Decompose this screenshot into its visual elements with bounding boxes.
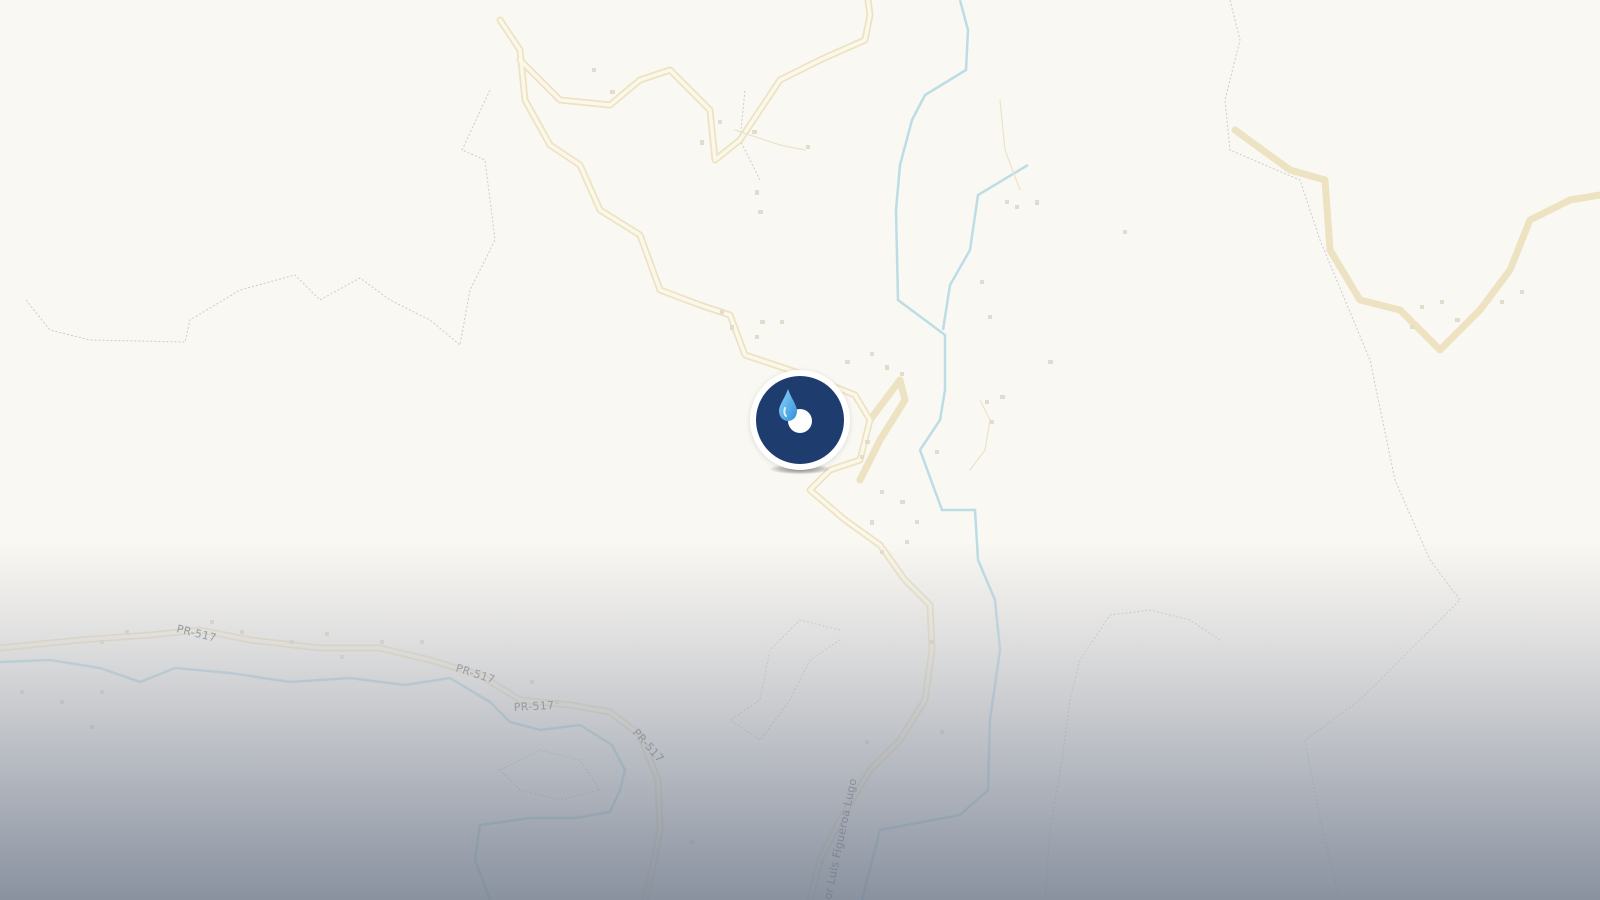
location-marker[interactable] (750, 370, 850, 480)
road-label-pr517-c: PR-517 (513, 699, 554, 714)
marker-ring (750, 370, 850, 470)
water-drop-icon (779, 389, 797, 421)
marker-core (756, 376, 844, 464)
map-canvas[interactable]: PR-517 PR-517 PR-517 PR-517 or Luis Figu… (0, 0, 1600, 900)
